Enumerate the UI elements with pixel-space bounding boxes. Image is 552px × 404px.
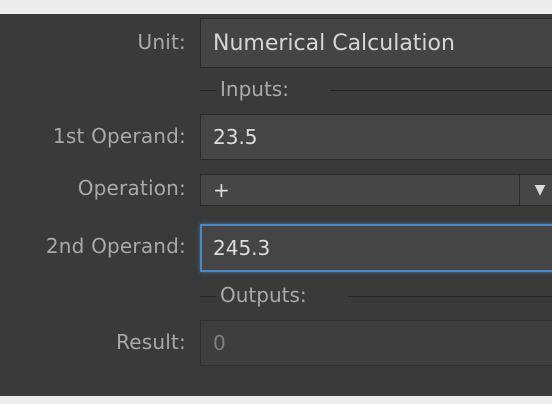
unit-field[interactable]: Numerical Calculation [200, 18, 552, 68]
operand1-label: 1st Operand: [52, 124, 186, 148]
operation-select-value: + [213, 178, 230, 202]
section-divider [200, 90, 216, 91]
operation-label: Operation: [77, 176, 186, 200]
operand2-label: 2nd Operand: [45, 234, 186, 258]
inputs-section-header: Inputs: [200, 77, 552, 102]
operation-select[interactable]: + ▼ [200, 174, 552, 206]
outputs-section-header: Outputs: [200, 283, 552, 308]
chevron-down-icon[interactable]: ▼ [519, 174, 552, 206]
inputs-section-title: Inputs: [220, 77, 289, 101]
result-label: Result: [116, 330, 186, 354]
result-field: 0 [200, 320, 552, 366]
section-divider [200, 296, 216, 297]
outputs-section-title: Outputs: [220, 283, 307, 307]
operand1-input[interactable]: 23.5 [200, 114, 552, 160]
section-divider [348, 296, 552, 297]
section-divider [330, 90, 552, 91]
unit-label: Unit: [137, 30, 186, 54]
operand2-input[interactable]: 245.3 [200, 224, 552, 272]
calculator-window: Unit: Numerical Calculation Inputs: 1st … [0, 14, 552, 396]
